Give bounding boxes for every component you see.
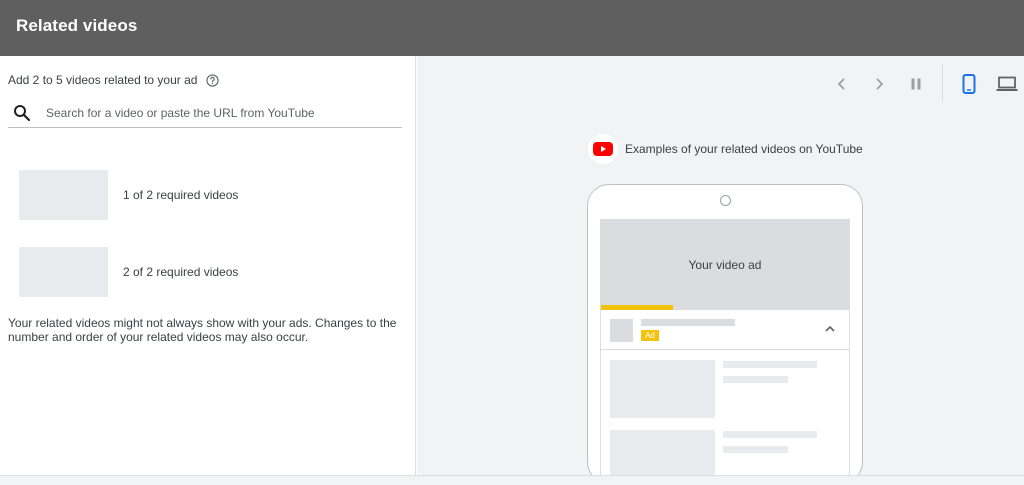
examples-label: Examples of your related videos on YouTu… (625, 142, 863, 156)
ad-info-row: Ad (601, 310, 849, 350)
examples-header: Examples of your related videos on YouTu… (588, 134, 863, 164)
search-field[interactable] (8, 98, 402, 128)
preview-panel: Examples of your related videos on YouTu… (417, 56, 1024, 484)
video-slot-2[interactable]: 2 of 2 required videos (19, 247, 238, 297)
instruction-text: Add 2 to 5 videos related to your ad (8, 73, 198, 87)
video-slot-1[interactable]: 1 of 2 required videos (19, 170, 238, 220)
ad-badge: Ad (641, 330, 659, 341)
search-icon (8, 99, 36, 127)
video-slot-label: 1 of 2 required videos (123, 188, 239, 202)
disclaimer-note: Your related videos might not always sho… (8, 316, 397, 344)
related-video-thumbnail (610, 360, 715, 418)
help-icon[interactable] (205, 73, 219, 87)
ad-avatar (610, 319, 633, 342)
related-video-title-placeholder (723, 361, 817, 368)
instruction-row: Add 2 to 5 videos related to your ad (8, 73, 219, 87)
phone-camera (720, 195, 731, 206)
pause-icon[interactable] (905, 73, 927, 95)
search-input[interactable] (46, 105, 386, 120)
left-panel: Add 2 to 5 videos related to your ad 1 o… (0, 56, 416, 475)
video-slot-label: 2 of 2 required videos (123, 265, 239, 279)
video-slot-thumbnail (19, 247, 108, 297)
bottom-bar (0, 475, 1024, 485)
youtube-logo-icon (588, 134, 618, 164)
chevron-left-icon[interactable] (831, 73, 853, 95)
video-ad-label: Your video ad (688, 258, 762, 272)
chevron-right-icon[interactable] (868, 73, 890, 95)
related-video-title-placeholder (723, 431, 817, 438)
ad-title-placeholder (641, 319, 735, 326)
toolbar-divider (942, 64, 943, 102)
related-video-meta-placeholder (723, 376, 788, 383)
phone-screen: Your video ad Ad (600, 219, 850, 483)
page-title: Related videos (16, 16, 138, 35)
mobile-icon[interactable] (958, 73, 980, 95)
chevron-up-icon (823, 322, 837, 336)
laptop-icon[interactable] (996, 73, 1018, 95)
video-ad-placeholder: Your video ad (601, 220, 849, 310)
video-slot-thumbnail (19, 170, 108, 220)
header-bar: Related videos (0, 0, 1024, 56)
related-video-meta-placeholder (723, 446, 788, 453)
phone-mockup: Your video ad Ad (587, 184, 863, 484)
